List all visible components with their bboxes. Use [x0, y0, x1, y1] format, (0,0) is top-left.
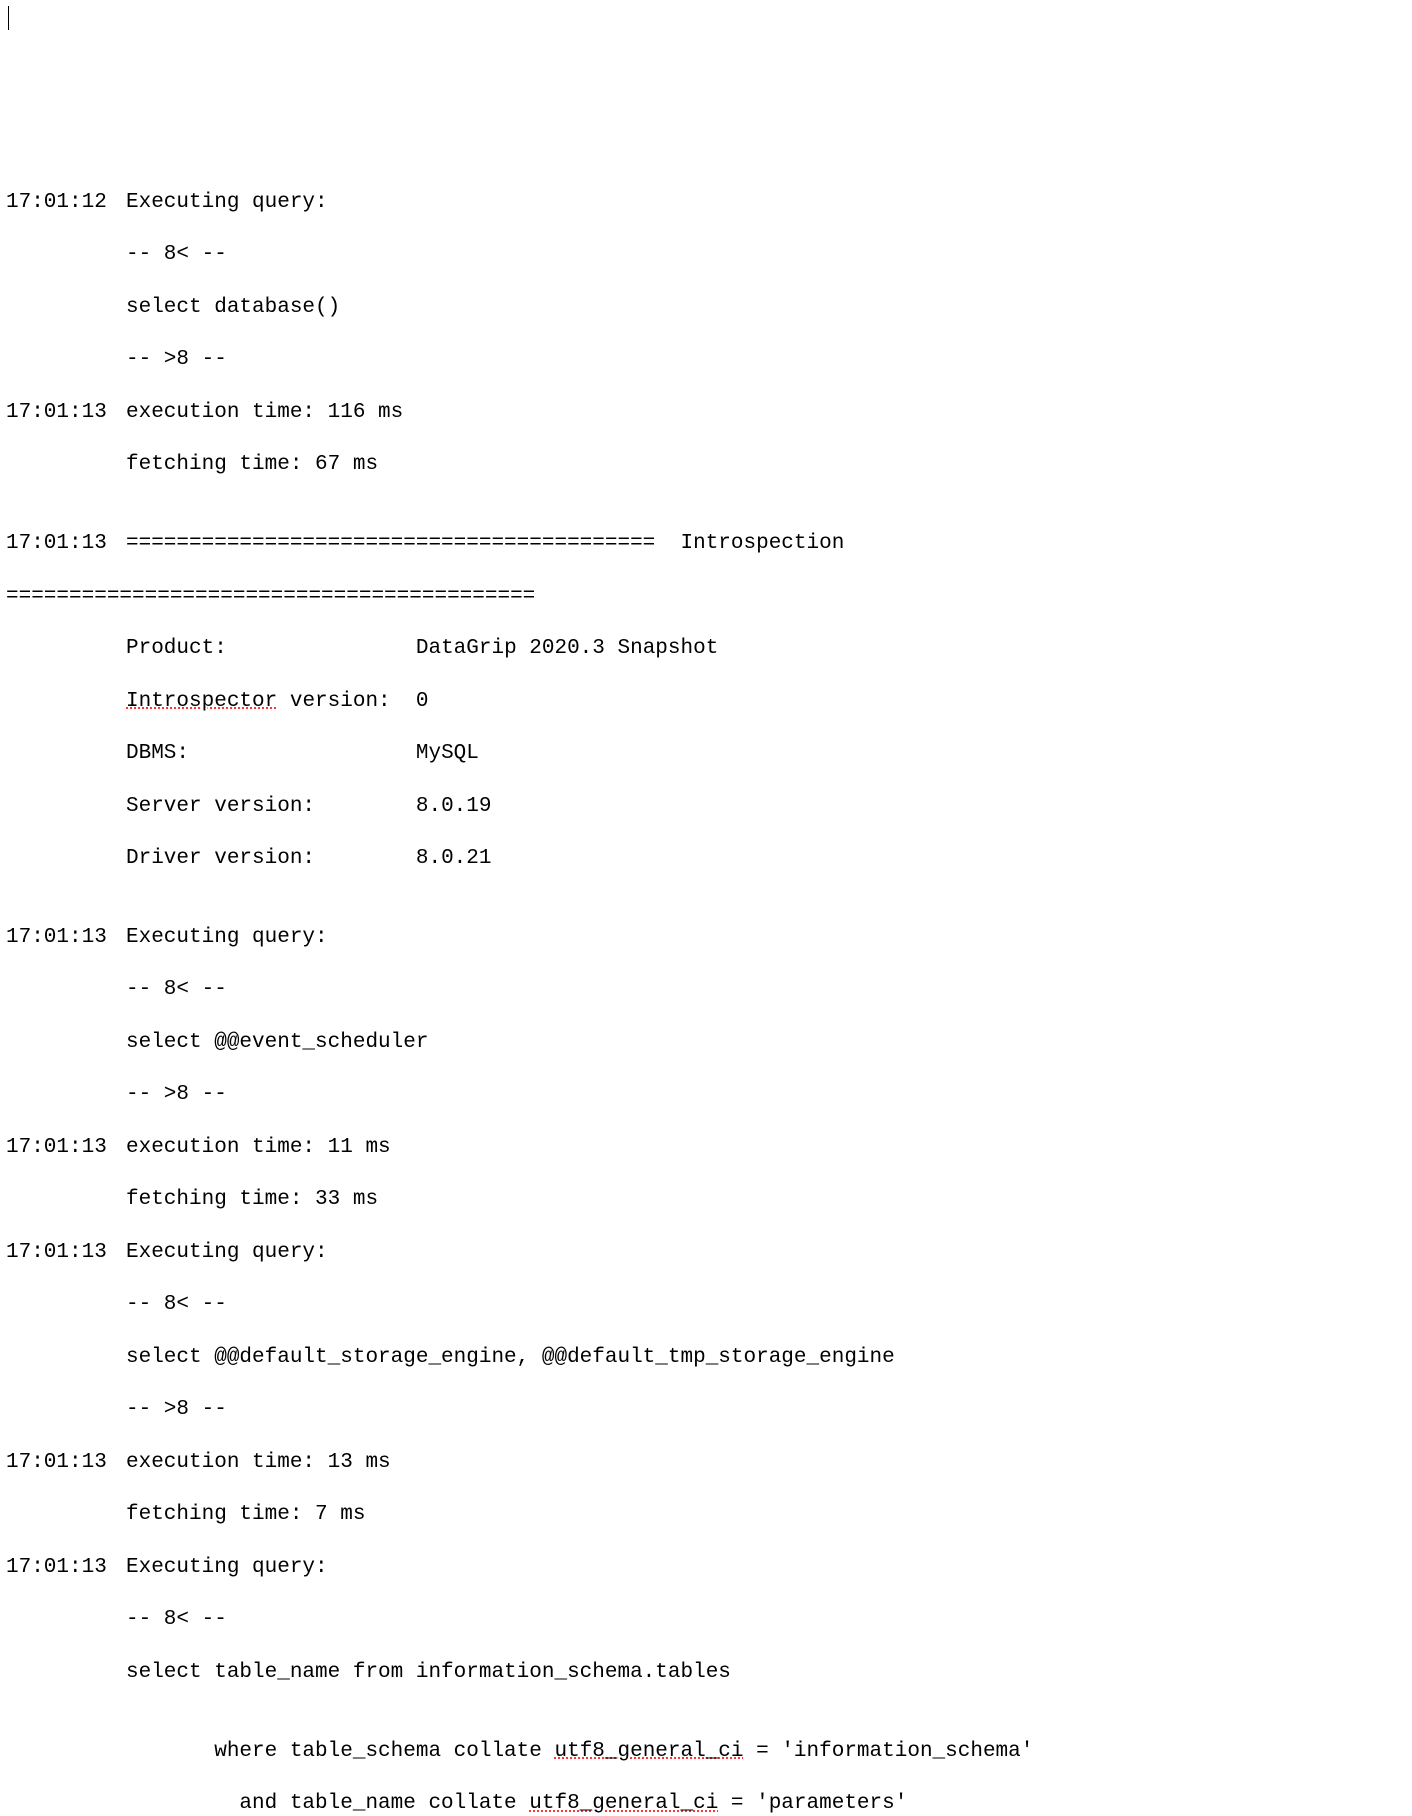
log-text: DBMS: MySQL	[126, 741, 1406, 767]
server-label: Server version:	[126, 795, 416, 818]
timestamp: 17:01:13	[6, 1450, 126, 1476]
log-text: Executing query:	[126, 190, 1406, 216]
log-line: 17:01:13execution time: 116 ms	[6, 400, 1406, 426]
timestamp: 17:01:12	[6, 190, 126, 216]
log-line-where: where table_schema collate utf8_general_…	[6, 1739, 1406, 1765]
driver-label: Driver version:	[126, 847, 416, 870]
log-output[interactable]: 17:01:12Executing query: -- 8< -- select…	[6, 164, 1406, 1816]
log-text: -- >8 --	[126, 1397, 1406, 1423]
introspector-label: Introspector version: 0	[126, 690, 428, 713]
spell-word: utf8_general_ci	[554, 1740, 743, 1763]
log-line: fetching time: 67 ms	[6, 452, 1406, 478]
log-text: where table_schema collate utf8_general_…	[126, 1739, 1406, 1765]
log-text: and table_name collate utf8_general_ci =…	[126, 1791, 1406, 1816]
log-text: Executing query:	[126, 1240, 1406, 1266]
timestamp: 17:01:13	[6, 531, 126, 557]
log-text: -- 8< --	[126, 242, 1406, 268]
log-text: -- >8 --	[126, 347, 1406, 373]
log-line: -- 8< --	[6, 977, 1406, 1003]
introspector-line: Introspector version: 0	[6, 689, 1406, 715]
server-line: Server version: 8.0.19	[6, 794, 1406, 820]
log-text: Product: DataGrip 2020.3 Snapshot	[126, 636, 1406, 662]
log-line: -- >8 --	[6, 347, 1406, 373]
log-text: fetching time: 33 ms	[126, 1187, 1406, 1213]
log-text: select @@default_storage_engine, @@defau…	[126, 1345, 1406, 1371]
server-value: 8.0.19	[416, 795, 492, 818]
dbms-value: MySQL	[416, 742, 479, 765]
log-text: select table_name from information_schem…	[126, 1660, 1406, 1686]
log-text: fetching time: 67 ms	[126, 452, 1406, 478]
log-line: fetching time: 33 ms	[6, 1187, 1406, 1213]
log-line: 17:01:13Executing query:	[6, 925, 1406, 951]
log-line: -- >8 --	[6, 1397, 1406, 1423]
log-line: -- 8< --	[6, 1292, 1406, 1318]
log-text: Driver version: 8.0.21	[126, 846, 1406, 872]
driver-value: 8.0.21	[416, 847, 492, 870]
log-line: select @@event_scheduler	[6, 1030, 1406, 1056]
product-line: Product: DataGrip 2020.3 Snapshot	[6, 636, 1406, 662]
log-line: select @@default_storage_engine, @@defau…	[6, 1345, 1406, 1371]
spell-word: utf8_general_ci	[529, 1792, 718, 1815]
introspection-divider: 17:01:13================================…	[6, 531, 1406, 557]
timestamp: 17:01:13	[6, 1135, 126, 1161]
log-text: execution time: 116 ms	[126, 400, 1406, 426]
spell-word: Introspector	[126, 690, 277, 713]
log-text: -- 8< --	[126, 977, 1406, 1003]
log-text: Executing query:	[126, 1555, 1406, 1581]
timestamp: 17:01:13	[6, 925, 126, 951]
timestamp: 17:01:13	[6, 400, 126, 426]
introspection-divider-bottom: ========================================…	[6, 584, 1406, 610]
log-text: -- >8 --	[126, 1082, 1406, 1108]
log-text: select database()	[126, 295, 1406, 321]
log-text: Introspector version: 0	[126, 689, 1406, 715]
log-text: fetching time: 7 ms	[126, 1502, 1406, 1528]
timestamp: 17:01:13	[6, 1555, 126, 1581]
text-cursor	[8, 6, 9, 30]
log-text: Executing query:	[126, 925, 1406, 951]
log-line: -- >8 --	[6, 1082, 1406, 1108]
driver-line: Driver version: 8.0.21	[6, 846, 1406, 872]
log-line: 17:01:12Executing query:	[6, 190, 1406, 216]
log-line: -- 8< --	[6, 242, 1406, 268]
log-text: -- 8< --	[126, 1607, 1406, 1633]
dbms-label: DBMS:	[126, 742, 416, 765]
log-text: -- 8< --	[126, 1292, 1406, 1318]
log-line: select table_name from information_schem…	[6, 1660, 1406, 1686]
log-line: fetching time: 7 ms	[6, 1502, 1406, 1528]
dbms-line: DBMS: MySQL	[6, 741, 1406, 767]
log-line: 17:01:13execution time: 13 ms	[6, 1450, 1406, 1476]
timestamp: 17:01:13	[6, 1240, 126, 1266]
product-label: Product:	[126, 637, 416, 660]
log-text: Server version: 8.0.19	[126, 794, 1406, 820]
log-line: 17:01:13Executing query:	[6, 1240, 1406, 1266]
introspector-value: 0	[416, 690, 429, 713]
log-line: select database()	[6, 295, 1406, 321]
log-text: ========================================…	[126, 531, 1406, 557]
log-line-and: and table_name collate utf8_general_ci =…	[6, 1791, 1406, 1816]
log-line: 17:01:13Executing query:	[6, 1555, 1406, 1581]
log-line: 17:01:13execution time: 11 ms	[6, 1135, 1406, 1161]
log-text: execution time: 13 ms	[126, 1450, 1406, 1476]
log-text: select @@event_scheduler	[126, 1030, 1406, 1056]
log-line: -- 8< --	[6, 1607, 1406, 1633]
log-text: execution time: 11 ms	[126, 1135, 1406, 1161]
product-value: DataGrip 2020.3 Snapshot	[416, 637, 718, 660]
